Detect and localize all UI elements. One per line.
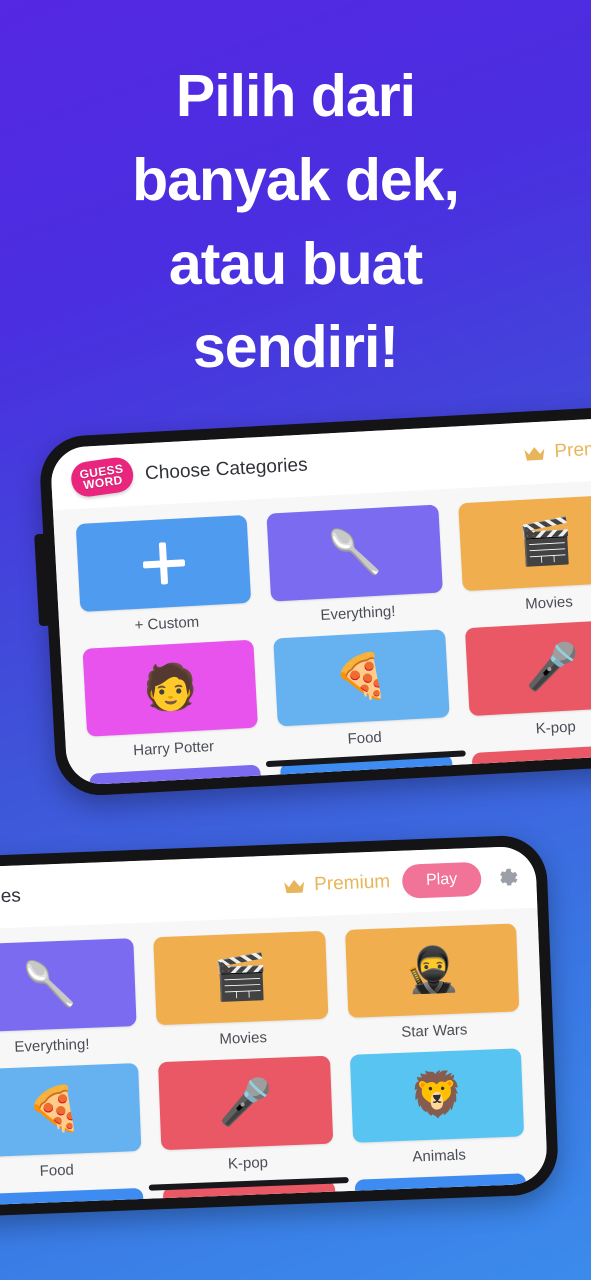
category-cell[interactable]: 🎬 Movies — [153, 930, 330, 1050]
pizza-icon[interactable]: 🍕 — [0, 1062, 142, 1158]
gear-icon[interactable] — [493, 865, 519, 891]
darth-vader-icon[interactable]: 🥷 — [344, 923, 520, 1018]
category-tile-partial[interactable] — [0, 1187, 147, 1207]
category-grid-top: + Custom 🥄 Everything! 🎬 Movies 🧑 Harry Potter… — [52, 477, 591, 786]
category-cell[interactable]: 🧑 Harry Potter — [82, 639, 259, 762]
phone-side-button — [34, 533, 53, 627]
premium-label: Premium — [553, 436, 591, 463]
plus-icon[interactable] — [75, 514, 252, 612]
category-label: K-pop — [227, 1154, 269, 1173]
wizard-portrait-icon[interactable]: 🧑 — [82, 639, 259, 737]
category-cell-partial[interactable] — [354, 1173, 529, 1207]
category-cell[interactable]: 🥄 Everything! — [0, 938, 138, 1057]
category-cell-partial[interactable] — [0, 1187, 147, 1207]
category-grid-bottom: 🥄 Everything! 🎬 Movies 🥷 Star Wars 🍕 Food 🎤 K-pop… — [0, 907, 548, 1207]
headline-line-1: Pilih dari — [175, 63, 416, 129]
microphone-icon[interactable]: 🎤 — [464, 618, 591, 717]
lion-icon[interactable]: 🦁 — [349, 1048, 525, 1143]
page-title: Choose Categories — [144, 454, 309, 485]
headline-line-4: sendiri! — [192, 314, 399, 381]
clapperboard-icon[interactable]: 🎬 — [457, 494, 591, 592]
stand-mixer-icon[interactable]: 🥄 — [266, 504, 443, 602]
category-label: Food — [39, 1161, 75, 1180]
category-tile-partial[interactable] — [471, 743, 591, 786]
page-headline: Pilih dari banyak dek, atau buat sendiri… — [0, 55, 591, 390]
category-cell[interactable]: + Custom — [75, 514, 253, 637]
category-label: Everything! — [14, 1035, 90, 1056]
category-cell[interactable]: 🍕 Food — [273, 629, 451, 751]
phone-mockup-top: GUESS WORD Choose Categories Premium + C… — [34, 404, 591, 798]
category-label: K-pop — [535, 718, 577, 738]
headline-line-2: banyak dek, — [132, 146, 460, 213]
category-label: Everything! — [320, 602, 396, 624]
premium-button[interactable]: Premium — [523, 437, 591, 465]
phone-mockup-bottom: egories Premium Play 🥄 Everything! 🎬 Movies… — [0, 834, 560, 1218]
category-tile-partial[interactable] — [89, 764, 266, 786]
appbar-spacer-bottom — [33, 887, 271, 896]
category-cell[interactable]: 🥄 Everything! — [266, 504, 444, 626]
microphone-icon[interactable]: 🎤 — [158, 1055, 333, 1151]
category-label: Movies — [219, 1029, 268, 1048]
headline-line-3: atau buat — [168, 230, 423, 297]
clapperboard-icon[interactable]: 🎬 — [153, 930, 329, 1026]
category-cell[interactable]: 🎤 K-pop — [464, 618, 591, 741]
category-cell[interactable]: 🥷 Star Wars — [344, 923, 521, 1042]
category-cell[interactable]: 🎬 Movies — [457, 494, 591, 616]
category-cell-partial[interactable] — [471, 743, 591, 786]
page-title-partial: egories — [0, 885, 22, 909]
category-label: Star Wars — [400, 1021, 468, 1041]
appbar-spacer — [320, 454, 512, 464]
stand-mixer-icon[interactable]: 🥄 — [0, 938, 137, 1033]
category-cell[interactable]: 🎤 K-pop — [158, 1055, 334, 1175]
category-cell[interactable]: 🍕 Food — [0, 1062, 143, 1182]
play-button[interactable]: Play — [401, 861, 482, 899]
category-tile-partial[interactable] — [354, 1173, 529, 1207]
premium-button-bottom[interactable]: Premium — [283, 871, 391, 897]
phone-screen-bottom: egories Premium Play 🥄 Everything! 🎬 Movies… — [0, 845, 548, 1207]
category-label: Animals — [412, 1146, 467, 1166]
phone-screen-top: GUESS WORD Choose Categories Premium + C… — [49, 416, 591, 786]
guess-word-logo: GUESS WORD — [69, 454, 136, 499]
crown-icon — [284, 879, 305, 893]
pizza-icon[interactable]: 🍕 — [273, 629, 450, 727]
category-cell[interactable]: 🦁 Animals — [349, 1048, 526, 1167]
premium-label: Premium — [313, 871, 391, 896]
category-label: + Custom — [134, 613, 200, 635]
category-label: Food — [347, 728, 383, 748]
category-cell-partial[interactable] — [89, 764, 266, 786]
crown-icon — [524, 446, 545, 461]
category-label: Harry Potter — [132, 737, 215, 760]
category-label: Movies — [524, 593, 574, 613]
